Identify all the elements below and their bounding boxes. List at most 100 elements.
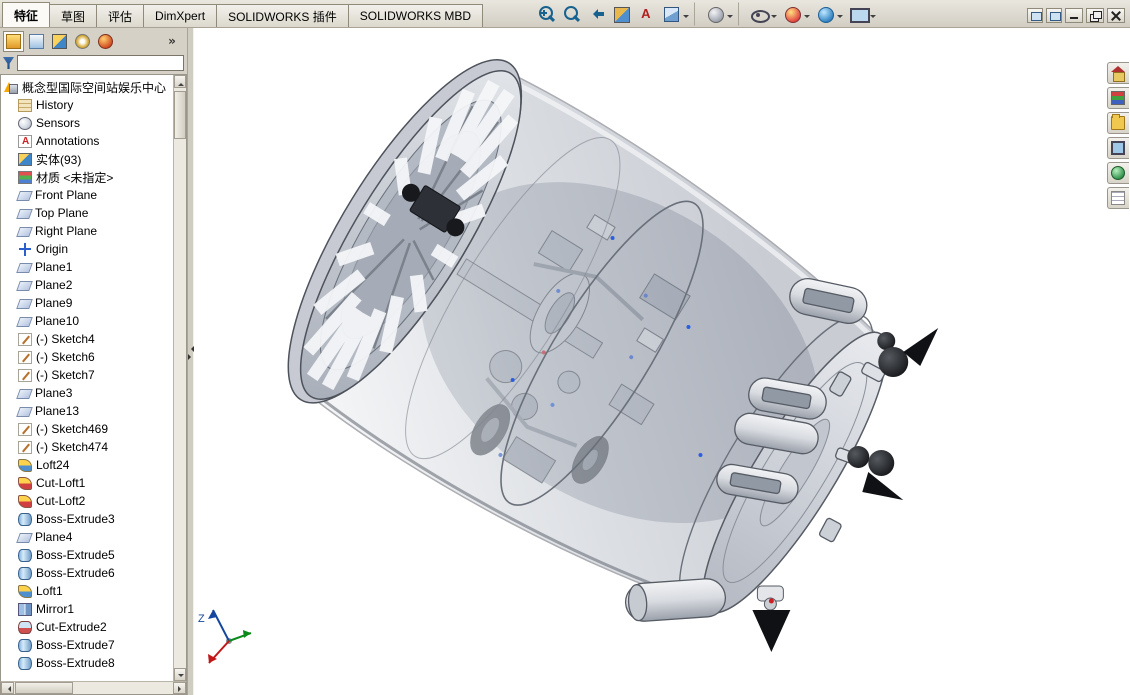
tree-item[interactable]: 材质 <未指定> xyxy=(4,168,170,186)
tree-item-label: Plane10 xyxy=(35,314,79,328)
tree-item[interactable]: 概念型国际空间站娱乐中心 xyxy=(4,78,170,96)
tree-item-icon xyxy=(18,243,32,256)
ribbon-tab-label: 草图 xyxy=(61,8,85,25)
manager-tab-bar xyxy=(0,28,187,54)
zoom-to-area[interactable] xyxy=(559,2,583,26)
scrollbar-thumb[interactable] xyxy=(15,682,73,694)
tree-item-label: Boss-Extrude6 xyxy=(36,566,115,580)
resources-home[interactable] xyxy=(1107,62,1129,84)
tree-item-icon xyxy=(16,389,33,399)
design-library[interactable] xyxy=(1107,87,1129,109)
tree-item[interactable]: Mirror1 xyxy=(4,600,170,618)
dimxpertmanager[interactable] xyxy=(72,31,93,52)
tree-item[interactable]: History xyxy=(4,96,170,114)
tree-item[interactable]: Plane4 xyxy=(4,528,170,546)
tree-item[interactable]: Boss-Extrude5 xyxy=(4,546,170,564)
scroll-left-icon[interactable] xyxy=(1,682,14,694)
panel-splitter[interactable] xyxy=(187,28,194,695)
tool-icon xyxy=(782,4,802,24)
tree-item[interactable]: (-) Sketch4 xyxy=(4,330,170,348)
tree-item[interactable]: Cut-Extrude2 xyxy=(4,618,170,636)
tree-item[interactable]: Cut-Loft2 xyxy=(4,492,170,510)
custom-properties[interactable] xyxy=(1107,187,1129,209)
tree-item[interactable]: Right Plane xyxy=(4,222,170,240)
tree-item[interactable]: Top Plane xyxy=(4,204,170,222)
doc-window-icon[interactable] xyxy=(1027,8,1043,23)
tree-item[interactable]: (-) Sketch474 xyxy=(4,438,170,456)
tree-item[interactable]: Annotations xyxy=(4,132,170,150)
doc-window-icon[interactable] xyxy=(1046,8,1062,23)
tree-item[interactable]: Boss-Extrude6 xyxy=(4,564,170,582)
tree-item[interactable]: Front Plane xyxy=(4,186,170,204)
tree-item-label: Mirror1 xyxy=(36,602,74,616)
tree-item[interactable]: Boss-Extrude7 xyxy=(4,636,170,654)
tree-item[interactable]: Plane3 xyxy=(4,384,170,402)
ribbon-tab[interactable]: SOLIDWORKS MBD xyxy=(348,4,483,27)
edit-appearance[interactable] xyxy=(780,2,812,26)
view-orientation[interactable] xyxy=(659,2,695,26)
displaymanager[interactable] xyxy=(95,31,116,52)
tree-item[interactable]: (-) Sketch469 xyxy=(4,420,170,438)
feature-manager-panel: » 概念型国际空间站娱乐中心 History xyxy=(0,28,187,695)
zoom-to-fit[interactable] xyxy=(534,2,558,26)
view-settings[interactable] xyxy=(846,2,878,26)
tree-item[interactable]: Plane1 xyxy=(4,258,170,276)
file-explorer[interactable] xyxy=(1107,112,1129,134)
tree-item[interactable]: Loft24 xyxy=(4,456,170,474)
ribbon-tab[interactable]: 评估 xyxy=(96,4,144,27)
annotation-view[interactable] xyxy=(634,2,658,26)
restore-button[interactable] xyxy=(1086,8,1104,23)
tree-item-icon xyxy=(18,423,32,436)
tree-item[interactable]: 实体(93) xyxy=(4,150,170,168)
tree-item[interactable]: Plane9 xyxy=(4,294,170,312)
tree-item[interactable]: Plane13 xyxy=(4,402,170,420)
scroll-up-icon[interactable] xyxy=(174,75,186,88)
featuremanager-tree[interactable] xyxy=(3,31,24,52)
tree-item[interactable]: (-) Sketch6 xyxy=(4,348,170,366)
ribbon-tab-label: 评估 xyxy=(108,8,132,25)
tree-item[interactable]: Plane2 xyxy=(4,276,170,294)
ribbon-tab[interactable]: SOLIDWORKS 插件 xyxy=(216,4,349,27)
tree-item-label: Boss-Extrude5 xyxy=(36,548,115,562)
tree-vertical-scrollbar[interactable] xyxy=(173,75,186,681)
close-button[interactable] xyxy=(1107,8,1125,23)
tree-item[interactable]: Origin xyxy=(4,240,170,258)
section-view[interactable] xyxy=(609,2,633,26)
tree-filter-input[interactable] xyxy=(17,55,184,71)
tool-icon xyxy=(705,4,725,24)
chevron-down-icon xyxy=(837,15,843,21)
scrollbar-thumb[interactable] xyxy=(174,91,186,139)
splitter-handle-icon[interactable] xyxy=(188,336,193,370)
tree-item-label: 实体(93) xyxy=(36,151,81,168)
ribbon-tab-label: SOLIDWORKS 插件 xyxy=(228,8,337,25)
tree-item[interactable]: Cut-Loft1 xyxy=(4,474,170,492)
propertymanager[interactable] xyxy=(26,31,47,52)
minimize-button[interactable] xyxy=(1065,8,1083,23)
tree-item[interactable]: Boss-Extrude8 xyxy=(4,654,170,672)
previous-view[interactable] xyxy=(584,2,608,26)
ribbon-tab[interactable]: DimXpert xyxy=(143,4,217,27)
display-style[interactable] xyxy=(703,2,739,26)
graphics-viewport[interactable]: Z xyxy=(194,28,1130,695)
view-palette[interactable] xyxy=(1107,137,1129,159)
scroll-right-icon[interactable] xyxy=(173,682,186,694)
apply-scene[interactable] xyxy=(813,2,845,26)
scroll-down-icon[interactable] xyxy=(174,668,186,681)
hide-show-items[interactable] xyxy=(747,2,779,26)
triad-z-label: Z xyxy=(198,613,205,625)
ribbon-tab-bar: 特征 草图 评估 DimXpert SOLIDWORKS 插件 SOLIDWOR… xyxy=(2,0,482,27)
panel-overflow-button[interactable]: » xyxy=(163,32,181,50)
ribbon-tab[interactable]: 草图 xyxy=(49,4,97,27)
appearances[interactable] xyxy=(1107,162,1129,184)
tree-item[interactable]: Plane10 xyxy=(4,312,170,330)
tree-horizontal-scrollbar[interactable] xyxy=(0,681,187,695)
tree-item[interactable]: (-) Sketch7 xyxy=(4,366,170,384)
configurationmanager[interactable] xyxy=(49,31,70,52)
tree-item[interactable]: Sensors xyxy=(4,114,170,132)
tree-item-label: Origin xyxy=(36,242,68,256)
tree-item-icon xyxy=(18,333,32,346)
ribbon-tab[interactable]: 特征 xyxy=(2,2,50,27)
model-3d-view[interactable]: Z xyxy=(194,28,1130,695)
tree-item[interactable]: Loft1 xyxy=(4,582,170,600)
tree-item[interactable]: Boss-Extrude3 xyxy=(4,510,170,528)
